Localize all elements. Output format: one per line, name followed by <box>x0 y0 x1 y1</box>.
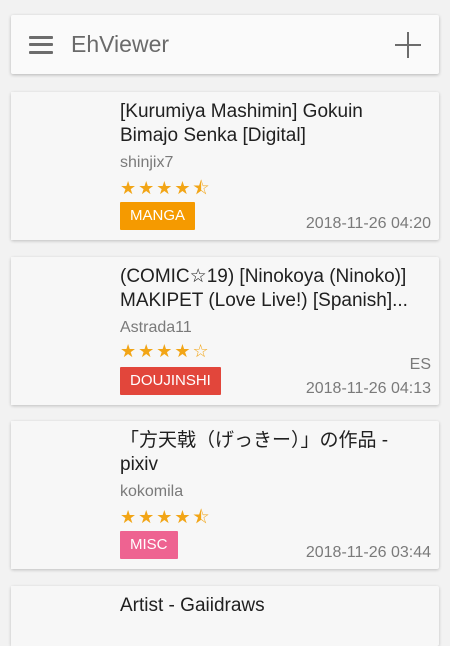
posted-time: 2018-11-26 04:20 <box>305 215 431 232</box>
gallery-thumbnail <box>11 586 111 646</box>
gallery-uploader: kokomila <box>120 483 184 500</box>
gallery-thumbnail <box>11 92 111 240</box>
category-badge: MANGA <box>120 202 196 230</box>
half-star-icon: ⯪ <box>192 178 212 199</box>
language-label: ES <box>409 356 431 373</box>
add-icon[interactable] <box>395 31 421 58</box>
gallery-uploader: Astrada11 <box>120 319 192 336</box>
gallery-title: 「方天戟（げっきー）」の作品 - pixiv <box>120 430 389 475</box>
gallery-thumbnail <box>11 257 111 405</box>
gallery-card[interactable]: [Kurumiya Mashimin] Gokuin Bimajo Senka … <box>11 92 439 240</box>
gallery-card[interactable]: 「方天戟（げっきー）」の作品 - pixiv kokomila ★★★★⯪ MI… <box>11 421 439 569</box>
search-bar[interactable]: EhViewer <box>11 15 439 74</box>
half-star-icon: ⯪ <box>192 507 212 528</box>
app-title[interactable]: EhViewer <box>71 31 395 58</box>
gallery-title: [Kurumiya Mashimin] Gokuin Bimajo Senka … <box>120 101 363 146</box>
posted-time: 2018-11-26 04:13 <box>305 380 431 397</box>
menu-icon[interactable] <box>29 35 53 54</box>
gallery-title: Artist - Gaiidraws <box>120 595 265 616</box>
rating-stars: ★★★★☆ <box>120 341 211 362</box>
gallery-title: (COMIC☆19) [Ninokoya (Ninoko)] MAKIPET (… <box>120 266 408 311</box>
category-badge: MISC <box>120 531 178 559</box>
gallery-uploader: shinjix7 <box>120 154 174 171</box>
category-badge: DOUJINSHI <box>120 367 221 395</box>
posted-time: 2018-11-26 03:44 <box>305 544 431 561</box>
gallery-card[interactable]: Artist - Gaiidraws <box>11 586 439 646</box>
gallery-thumbnail <box>11 421 111 569</box>
gallery-card[interactable]: (COMIC☆19) [Ninokoya (Ninoko)] MAKIPET (… <box>11 257 439 405</box>
